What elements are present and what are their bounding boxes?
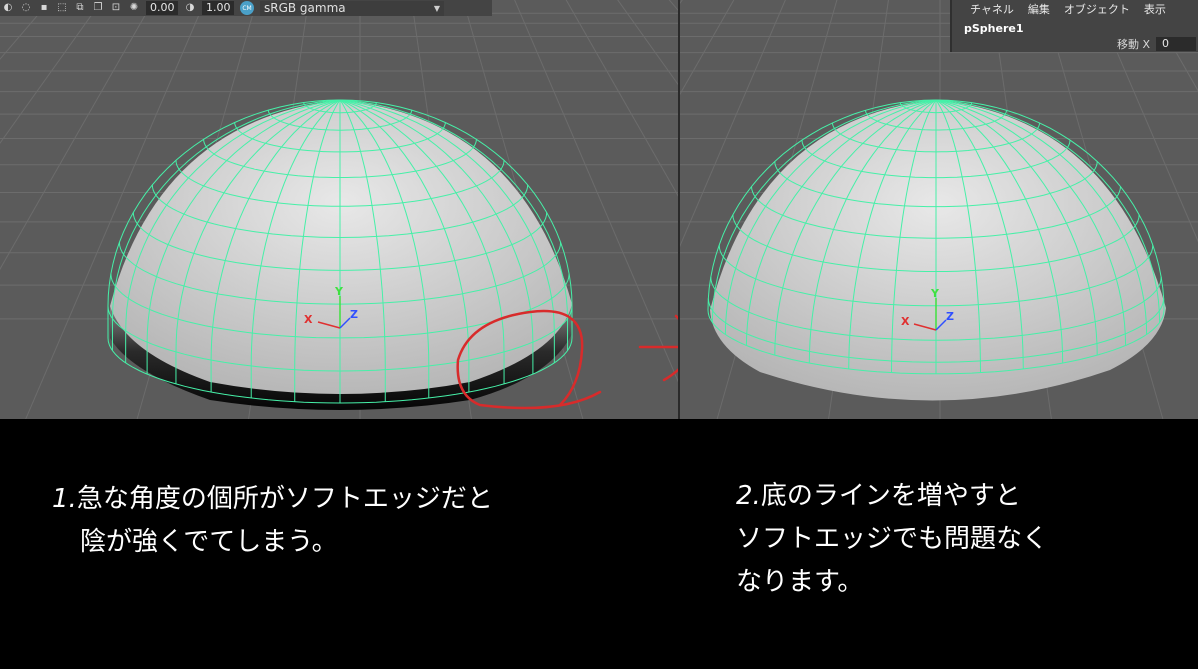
menu-channels[interactable]: チャネル [970,1,1014,17]
viewport-right[interactable]: Y X Z [680,0,1198,419]
axis-y-label: Y [930,287,940,300]
channel-box-menu: チャネル 編集 オブジェクト 表示 [952,0,1198,17]
viewport-right-canvas[interactable]: Y X Z [680,0,1198,419]
exposure-field[interactable]: 0.00 [146,1,178,15]
viewport-left[interactable]: Y X Z ◐ ◌ ▪ ⬚ ⧉ ❐ ⊡ ✺ 0.00 ◑ 1.00 CM sRG… [0,0,678,419]
viewport-left-canvas[interactable]: Y X Z [0,0,678,419]
shading-icon[interactable]: ◐ [2,2,14,14]
attribute-value-field[interactable]: 0 [1156,37,1196,51]
circle-icon[interactable]: ◌ [20,2,32,14]
frame-icon[interactable]: ⊡ [110,2,122,14]
axis-x-label: X [901,315,910,328]
aperture-icon[interactable]: ✺ [128,2,140,14]
axis-z-label: Z [946,310,954,323]
caption-1-number: 1. [52,484,77,514]
chevron-down-icon: ▼ [433,3,440,13]
viewport-toolbar: ◐ ◌ ▪ ⬚ ⧉ ❐ ⊡ ✺ 0.00 ◑ 1.00 CM sRGB gamm… [0,0,492,16]
caption-2-line-1: 底のラインを増やすと [760,481,1021,511]
select-icon[interactable]: ⬚ [56,2,68,14]
caption-2-number: 2. [736,481,761,511]
caption-step-1: 1.急な角度の個所がソフトエッジだと 陰が強くでてしまう。 [52,478,493,564]
caption-step-2: 2.底のラインを増やすと ソフトエッジでも問題なく なります。 [736,475,1048,604]
caption-2-line-3: なります。 [736,567,864,597]
axis-z-label: Z [350,308,358,321]
channel-box: チャネル 編集 オブジェクト 表示 pSphere1 移動 X 0 [950,0,1198,52]
axis-x-label: X [304,313,313,326]
menu-show[interactable]: 表示 [1144,1,1166,17]
colorspace-label: sRGB gamma [264,1,346,15]
axis-y-label: Y [334,285,344,298]
square-icon[interactable]: ▪ [38,2,50,14]
object-name[interactable]: pSphere1 [964,22,1024,35]
attribute-label: 移動 X [1116,38,1150,51]
caption-1-line-1: 急な角度の個所がソフトエッジだと [76,484,493,514]
gamma-field[interactable]: 1.00 [202,1,234,15]
gamma-icon[interactable]: ◑ [184,2,196,14]
caption-1-line-2: 陰が強くでてしまう。 [80,527,338,557]
attribute-row: 移動 X 0 [1117,36,1196,52]
menu-edit[interactable]: 編集 [1028,1,1050,17]
layer-icon[interactable]: ❐ [92,2,104,14]
colorspace-icon[interactable]: CM [240,1,254,15]
colorspace-dropdown[interactable]: sRGB gamma ▼ [260,0,444,16]
menu-object[interactable]: オブジェクト [1064,1,1130,17]
caption-2-line-2: ソフトエッジでも問題なく [736,524,1049,554]
copy-icon[interactable]: ⧉ [74,2,86,14]
